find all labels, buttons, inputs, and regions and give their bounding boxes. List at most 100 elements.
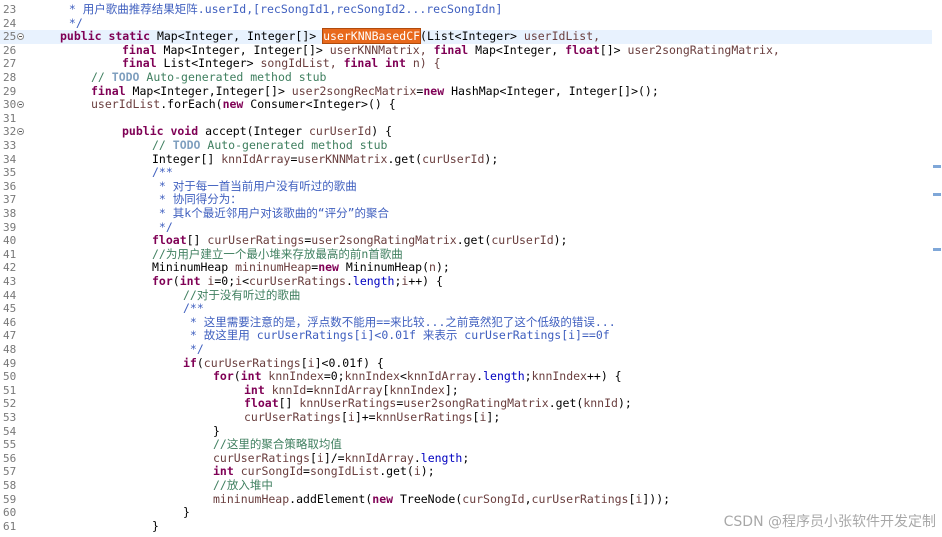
code-line[interactable]: 41 //为用户建立一个最小堆来存放最高的前n首歌曲 [0, 247, 942, 262]
code-line[interactable]: 32 public void accept(Integer curUserId)… [0, 125, 942, 139]
javadoc-text: * 其k个最近邻用户对该歌曲的“评分”的聚合 [152, 206, 390, 220]
code-text: ); [617, 396, 632, 411]
overview-ruler-marker[interactable] [933, 193, 941, 196]
code-text: [] [278, 396, 300, 411]
variable: knnIdArray [221, 151, 291, 166]
operator: < [399, 369, 407, 384]
code-line[interactable]: 33 // TODO Auto-generated method stub [0, 138, 942, 153]
code-line-current[interactable]: 25 public static Map<Integer, Integer[]>… [0, 28, 942, 45]
code-line[interactable]: 27 final List<Integer> songIdList, final… [0, 57, 942, 71]
code-editor[interactable]: 23 * 用户歌曲推荐结果矩阵.userId,[recSongId1,recSo… [0, 0, 942, 537]
line-number: 38 [3, 207, 17, 220]
code-line[interactable]: 50 for(int knnIndex=0;knnIndex<knnIdArra… [0, 369, 942, 384]
code-line[interactable]: 26 final Map<Integer, Integer[]> userKNN… [0, 42, 942, 58]
code-text: .get( [548, 396, 584, 411]
code-line[interactable]: 28 // TODO Auto-generated method stub [0, 70, 942, 85]
variable: i [307, 355, 315, 370]
parameter: curUserId [422, 151, 485, 166]
code-line[interactable]: 51 int knnId=knnIdArray[knnIndex]; [0, 382, 942, 398]
variable: knnIndex [344, 369, 400, 384]
code-line[interactable]: 53 curUserRatings[i]+=knnUserRatings[i]; [0, 410, 942, 425]
javadoc-text: /** [183, 301, 204, 316]
code-line[interactable]: 54 } [0, 424, 942, 439]
code-text: ])); [642, 491, 671, 506]
comment: // [152, 138, 173, 152]
variable: curUserRatings [249, 274, 346, 288]
code-line[interactable]: 34 Integer[] knnIdArray=userKNNMatrix.ge… [0, 151, 942, 167]
variable: mininumHeap [213, 491, 290, 506]
line-number: 61 [3, 519, 17, 533]
todo-tag: TODO [172, 138, 201, 152]
type-name: List<Integer> [163, 56, 261, 71]
code-line[interactable]: 23 * 用户歌曲推荐结果矩阵.userId,[recSongId1,recSo… [0, 2, 942, 17]
keyword: final [122, 42, 164, 57]
comment: //这里的聚合策略取均值 [213, 437, 342, 452]
javadoc-text: * 协同得分为： [152, 192, 242, 207]
type-name: Map<Integer, [475, 42, 566, 57]
code-line[interactable]: 36 * 对于每一首当前用户没有听过的歌曲 [0, 178, 942, 194]
code-text: ; [462, 450, 470, 465]
code-line[interactable]: 59 mininumHeap.addElement(new TreeNode(c… [0, 491, 942, 507]
line-number: 31 [3, 111, 17, 125]
type-name: Integer[] [152, 151, 222, 166]
parameter: userKNNMatrix, [329, 42, 434, 57]
code-text: ]; [444, 382, 459, 397]
parameter: user2songRatingMatrix, [627, 42, 780, 57]
code-text: ) { [371, 124, 393, 139]
variable: user2songRecMatrix [291, 83, 417, 98]
code-line[interactable]: 44 //对于没有听过的歌曲 [0, 288, 942, 303]
variable: i [316, 450, 324, 465]
code-line[interactable]: 57 int curSongId=songIdList.get(i); [0, 465, 942, 479]
code-text: .get( [379, 464, 414, 479]
closing-brace: } [152, 518, 159, 533]
code-line[interactable]: 55 //这里的聚合策略取均值 [0, 437, 942, 452]
highlighted-method-name[interactable]: userKNNBasedCF [322, 28, 422, 45]
code-line[interactable]: 46 * 这里需要注意的是，浮点数不能用==来比较...之前竟然犯了这个低级的错… [0, 314, 942, 330]
overview-ruler-marker[interactable] [933, 248, 941, 251]
code-line[interactable]: 38 * 其k个最近邻用户对该歌曲的“评分”的聚合 [0, 206, 942, 221]
keyword: final int [343, 56, 413, 71]
overview-ruler[interactable] [932, 0, 942, 537]
keyword: int [244, 382, 272, 397]
code-text: ]<0.01f) { [314, 355, 384, 370]
code-line[interactable]: 29 final Map<Integer,Integer[]> user2son… [0, 83, 942, 99]
line-number: 40 [3, 234, 17, 248]
code-line[interactable]: 35 /** [0, 165, 942, 180]
line-number: 33 [3, 139, 17, 152]
line-number: 29 [3, 84, 17, 98]
javadoc-text: */ [152, 219, 173, 234]
code-line[interactable]: 39 */ [0, 219, 942, 235]
code-line[interactable]: 43 for(int i=0;i<curUserRatings.length;i… [0, 274, 942, 289]
code-line[interactable]: 40 float[] curUserRatings=user2songRatin… [0, 233, 942, 248]
code-text: [ [340, 410, 348, 424]
javadoc-text: * 这里需要注意的是，浮点数不能用==来比较...之前竟然犯了这个低级的错误..… [183, 314, 616, 329]
code-line[interactable]: 52 float[] knnUserRatings=user2songRatin… [0, 397, 942, 411]
code-line[interactable]: 49 if(curUserRatings[i]<0.01f) { [0, 355, 942, 371]
code-text: =0; [214, 274, 236, 288]
variable: knnIndex [531, 369, 587, 384]
keyword: int [213, 464, 241, 479]
code-line[interactable]: 48 */ [0, 342, 942, 357]
code-line[interactable]: 37 * 协同得分为： [0, 193, 942, 207]
code-line[interactable]: 45 /** [0, 301, 942, 316]
todo-tag: TODO [111, 70, 140, 84]
variable: knnIdArray [344, 450, 414, 465]
code-text: . [413, 450, 421, 465]
code-text: .get( [387, 151, 423, 166]
code-line[interactable]: 58 //放入堆中 [0, 478, 942, 493]
line-number: 60 [3, 506, 17, 520]
code-text: ( [172, 274, 180, 288]
variable: i [347, 410, 355, 424]
keyword: public void [122, 124, 206, 139]
code-line[interactable]: 47 * 故这里用 curUserRatings[i]<0.01f 来表示 cu… [0, 329, 942, 343]
code-line[interactable]: 56 curUserRatings[i]/=knnIdArray.length; [0, 450, 942, 466]
code-line[interactable]: 30 userIdList.forEach(new Consumer<Integ… [0, 97, 942, 112]
code-line[interactable]: 31 [0, 112, 942, 126]
line-number: 23 [3, 3, 17, 16]
variable: curUserRatings [207, 233, 305, 248]
code-line[interactable]: 42 MininumHeap mininumHeap=new MininumHe… [0, 261, 942, 275]
overview-ruler-marker[interactable] [933, 165, 941, 168]
code-text: =0; [323, 369, 345, 384]
javadoc-text: * 对于每一首当前用户没有听过的歌曲 [152, 178, 357, 193]
comment: Auto-generated method stub [200, 138, 388, 152]
